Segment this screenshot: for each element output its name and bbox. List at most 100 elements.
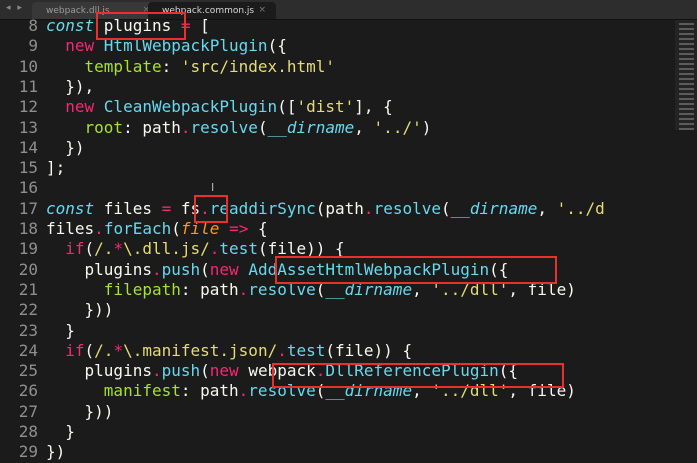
code-token: files: [103, 198, 162, 218]
code-token: }: [46, 422, 75, 441]
code-token: push: [161, 259, 201, 279]
code-line[interactable]: }): [46, 442, 65, 462]
code-token: manifest: [103, 381, 181, 401]
code-token: 'src/index.html': [180, 56, 335, 76]
code-token: filepath: [103, 279, 181, 299]
code-token: [: [190, 16, 210, 35]
code-token: if: [65, 340, 85, 360]
code-token: *: [113, 340, 124, 360]
close-icon[interactable]: ×: [258, 5, 266, 15]
line-number: 19: [18, 239, 38, 259]
tab-nav-arrows-icon[interactable]: ◂ ▸: [6, 3, 24, 13]
line-number: 28: [18, 422, 38, 441]
code-line[interactable]: }: [46, 321, 75, 341]
code-token: : path: [123, 117, 181, 137]
line-number: 23: [18, 320, 38, 340]
code-token: (path: [315, 198, 364, 218]
code-token: __dirname: [450, 198, 538, 218]
text-cursor-icon: I: [211, 181, 215, 194]
line-number: 25: [18, 361, 38, 381]
code-token: (: [84, 340, 95, 360]
code-line[interactable]: }: [46, 422, 75, 442]
code-token: .: [238, 279, 249, 299]
line-number: 22: [18, 300, 38, 320]
code-line[interactable]: template: 'src/index.html': [46, 57, 335, 77]
code-token: test: [286, 340, 326, 360]
code-token: (: [171, 219, 181, 238]
code-token: :: [161, 56, 181, 76]
code-line[interactable]: ];: [46, 158, 65, 178]
code-token: plugins: [46, 361, 152, 381]
code-token: (: [200, 259, 210, 279]
code-token: .: [94, 219, 104, 238]
code-token: .: [180, 117, 191, 137]
code-token: ([: [277, 97, 297, 117]
code-token: : path: [180, 279, 239, 299]
code-token: if: [65, 239, 85, 259]
code-token: }),: [46, 76, 95, 96]
code-line[interactable]: })): [46, 300, 114, 320]
code-token: /.: [94, 239, 114, 259]
code-line[interactable]: }): [46, 137, 85, 158]
highlight-box-fs: [194, 195, 228, 223]
code-token: new: [65, 97, 104, 117]
minimap[interactable]: [675, 20, 697, 130]
code-line[interactable]: const files = fs.readdirSync(path.resolv…: [46, 199, 605, 219]
code-token: }): [46, 137, 85, 157]
line-number: 15: [18, 158, 38, 178]
line-number: 14: [18, 137, 38, 157]
code-token: (: [441, 198, 451, 218]
code-token: new: [209, 361, 249, 381]
code-token: forEach: [103, 219, 172, 238]
code-line[interactable]: files.forEach(file => {: [46, 219, 268, 239]
code-token: resolve: [190, 117, 258, 137]
code-token: CleanWebpackPlugin: [103, 97, 278, 117]
highlight-box-dllreference: [272, 363, 564, 388]
code-line[interactable]: }),: [46, 77, 94, 97]
highlight-box-plugins: [96, 12, 186, 40]
line-number: 8: [28, 16, 38, 35]
code-line[interactable]: })): [46, 401, 114, 422]
code-token: root: [84, 117, 124, 137]
code-line[interactable]: if(/.*\.manifest.json/.test(file)) {: [46, 341, 412, 361]
code-token: ];: [46, 158, 66, 178]
code-token: new: [209, 259, 249, 279]
code-token: (: [200, 361, 210, 381]
line-number: 11: [18, 76, 38, 96]
line-number: 20: [18, 259, 38, 279]
code-token: })): [46, 401, 114, 421]
code-token: template: [84, 56, 162, 76]
code-token: {: [248, 219, 268, 238]
line-number: 24: [18, 340, 38, 360]
highlight-box-addasset: [275, 256, 557, 284]
code-token: *: [113, 239, 124, 259]
line-number: 13: [18, 117, 38, 137]
code-token: .: [238, 381, 249, 401]
line-number: 18: [18, 219, 38, 238]
code-token: }): [46, 442, 66, 462]
code-line[interactable]: new CleanWebpackPlugin(['dist'], {: [46, 97, 393, 117]
code-token: files: [46, 219, 95, 238]
code-token: .: [209, 239, 220, 259]
code-editor[interactable]: 8 9 10 11 12 13 14 15 16 17 18 19 20 21 22 23 24 25 26 27 28…: [0, 16, 697, 463]
line-number: 16: [18, 178, 38, 198]
code-token: '../': [373, 117, 422, 137]
code-line[interactable]: root: path.resolve(__dirname, '../'): [46, 117, 432, 138]
line-number: 12: [18, 97, 38, 117]
line-number: 21: [18, 279, 38, 299]
code-token: '../d: [556, 198, 605, 218]
code-token: plugins: [46, 259, 152, 279]
code-token: /.: [94, 340, 114, 360]
code-token: =>: [229, 219, 249, 238]
line-number: 17: [18, 198, 38, 218]
code-token: ): [421, 117, 432, 137]
code-token: =: [161, 198, 172, 218]
code-token: .: [151, 361, 162, 381]
code-token: .: [277, 340, 287, 360]
